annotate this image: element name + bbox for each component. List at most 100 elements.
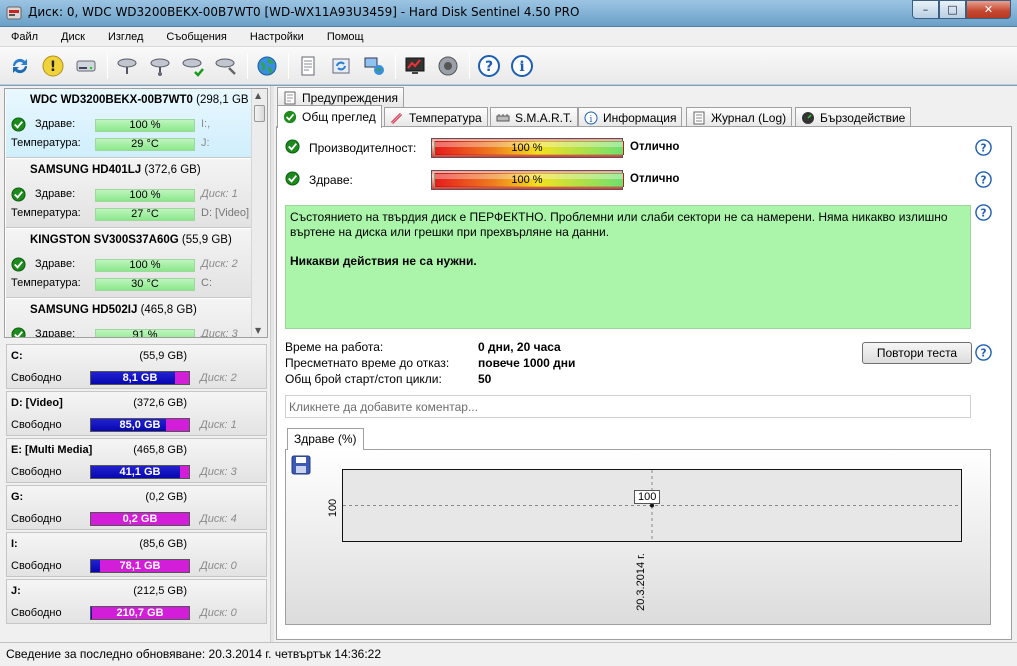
health-bar: 100 %: [431, 170, 624, 190]
partition-item[interactable]: I: (85,6 GB) Свободно 78,1 GB Диск: 0: [6, 532, 267, 577]
uptime-value: 0 дни, 20 часа: [478, 340, 561, 354]
performance-label: Производителност:: [309, 141, 417, 155]
menu-disk[interactable]: Диск: [54, 31, 92, 43]
warning-icon[interactable]: !: [39, 52, 67, 80]
partition-item[interactable]: D: [Video] (372,6 GB) Свободно 85,0 GB Д…: [6, 391, 267, 436]
sync-icon[interactable]: [327, 52, 355, 80]
disk-size: (55,9 GB): [181, 234, 232, 246]
tab-temperature[interactable]: Температура: [384, 107, 488, 127]
partition-item[interactable]: C: (55,9 GB) Свободно 8,1 GB Диск: 2: [6, 344, 267, 389]
disk-test-icon[interactable]: [113, 52, 141, 80]
partition-item[interactable]: G: (0,2 GB) Свободно 0,2 GB Диск: 4: [6, 485, 267, 530]
speedometer-icon: [802, 111, 814, 124]
tab-health-chart[interactable]: Здраве (%): [287, 428, 364, 450]
disk-ok-icon[interactable]: [179, 52, 207, 80]
network-icon[interactable]: [360, 52, 388, 80]
scrollbar-thumb[interactable]: [254, 105, 265, 122]
ok-check-icon: [11, 187, 26, 202]
partition-item[interactable]: E: [Multi Media] (465,8 GB) Свободно 41,…: [6, 438, 267, 483]
disk-item[interactable]: KINGSTON SV300S37A60G (55,9 GB) Здраве: …: [6, 229, 253, 298]
svg-text:?: ?: [980, 174, 986, 186]
menu-settings[interactable]: Настройки: [243, 31, 311, 43]
status-bar: Сведение за последно обновяване: 20.3.20…: [0, 642, 1017, 666]
tab-log[interactable]: Журнал (Log): [686, 107, 793, 127]
help-icon[interactable]: ?: [975, 204, 992, 221]
cycles-value: 50: [478, 372, 492, 386]
save-icon[interactable]: [291, 455, 311, 475]
disk-temp-row: Температура: 27 °C D: [Video]: [11, 206, 251, 222]
partition-disk-tag: Диск: 3: [200, 466, 237, 478]
free-label: Свободно: [11, 607, 62, 619]
disk-item[interactable]: SAMSUNG HD401LJ (372,6 GB) Здраве: 100 %…: [6, 159, 253, 228]
temp-label: Температура:: [11, 207, 81, 219]
uptime-row: Време на работа: 0 дни, 20 часа: [285, 340, 685, 356]
disk-test-2-icon[interactable]: [146, 52, 174, 80]
disk-item[interactable]: WDC WD3200BEKX-00B7WT0 (298,1 GB Здраве:…: [6, 89, 253, 158]
svg-text:?: ?: [980, 207, 986, 219]
help-icon[interactable]: ?: [975, 344, 992, 361]
disk-size: (298,1 GB: [196, 94, 249, 106]
refresh-icon[interactable]: [6, 52, 34, 80]
tab-label: S.M.A.R.T.: [515, 110, 573, 125]
report-icon[interactable]: [294, 52, 322, 80]
menu-help[interactable]: Помощ: [320, 31, 371, 43]
free-value: 8,1 GB: [122, 372, 158, 384]
monitor-icon[interactable]: [401, 52, 429, 80]
performance-state: Отлично: [630, 141, 680, 153]
globe-icon[interactable]: [253, 52, 281, 80]
disk-drive-icon[interactable]: [72, 52, 100, 80]
tab-smart[interactable]: S.M.A.R.T.: [490, 107, 579, 127]
free-space-bar: 78,1 GB: [90, 559, 190, 573]
partition-item[interactable]: J: (212,5 GB) Свободно 210,7 GB Диск: 0: [6, 579, 267, 624]
free-value: 210,7 GB: [116, 607, 164, 619]
maximize-button[interactable]: □: [939, 0, 966, 19]
health-label: Здраве:: [309, 173, 353, 187]
partition-size: (212,5 GB): [133, 585, 187, 597]
health-state: Отлично: [630, 173, 680, 185]
partition-disk-tag: Диск: 1: [200, 419, 237, 431]
free-value: 78,1 GB: [119, 560, 161, 572]
status-text: Състоянието на твърдия диск е ПЕРФЕКТНО.…: [290, 210, 948, 239]
help-icon[interactable]: ?: [975, 139, 992, 156]
cycles-label: Общ брой старт/стоп цикли:: [285, 372, 442, 386]
window-title: Диск: 0, WDC WD3200BEKX-00B7WT0 [WD-WX11…: [28, 5, 580, 19]
menu-messages[interactable]: Съобщения: [159, 31, 233, 43]
tab-overview[interactable]: Общ преглед: [277, 105, 382, 128]
svg-text:?: ?: [980, 142, 986, 154]
tab-warnings[interactable]: Предупреждения: [277, 87, 404, 107]
info-icon[interactable]: i: [508, 52, 536, 80]
performance-bar: 100 %: [431, 138, 624, 158]
disk-tag: C:: [201, 277, 212, 289]
free-value: 41,1 GB: [119, 466, 161, 478]
free-space-bar: 8,1 GB: [90, 371, 190, 385]
svg-text:?: ?: [980, 347, 986, 359]
temp-label: Температура:: [11, 137, 81, 149]
thermometer-icon: [390, 112, 403, 124]
close-button[interactable]: ✕: [966, 0, 1011, 19]
cycles-row: Общ брой старт/стоп цикли: 50: [285, 372, 685, 388]
retest-button[interactable]: Повтори теста: [862, 342, 972, 364]
menu-view[interactable]: Изглед: [101, 31, 150, 43]
menu-file[interactable]: Файл: [4, 31, 45, 43]
disk-tools-icon[interactable]: [212, 52, 240, 80]
scroll-up-icon[interactable]: ▲: [255, 91, 261, 100]
tab-information[interactable]: i Информация: [578, 107, 683, 127]
disk-size: (372,6 GB): [144, 164, 201, 176]
disk-item[interactable]: SAMSUNG HD502IJ (465,8 GB) Здраве: 91 % …: [6, 299, 253, 338]
health-label: Здраве:: [35, 328, 76, 338]
minimize-button[interactable]: –: [912, 0, 939, 19]
temp-bar: 30 °C: [95, 278, 195, 291]
free-label: Свободно: [11, 513, 62, 525]
ok-check-icon: [11, 257, 26, 272]
tab-performance[interactable]: Бързодействие: [795, 107, 912, 127]
menu-bar: Файл Диск Изглед Съобщения Настройки Пом…: [0, 27, 1017, 47]
speaker-icon[interactable]: [434, 52, 462, 80]
help-icon[interactable]: ?: [975, 171, 992, 188]
disk-list-scrollbar[interactable]: ▲ ▼: [251, 89, 267, 337]
scroll-down-icon[interactable]: ▼: [255, 326, 261, 335]
help-icon[interactable]: ?: [475, 52, 503, 80]
disk-model: WDC WD3200BEKX-00B7WT0: [30, 94, 193, 106]
panel-splitter[interactable]: [270, 86, 274, 642]
comment-input[interactable]: Кликнете да добавите коментар...: [285, 395, 971, 418]
disk-tag: Диск: 2: [201, 258, 238, 270]
